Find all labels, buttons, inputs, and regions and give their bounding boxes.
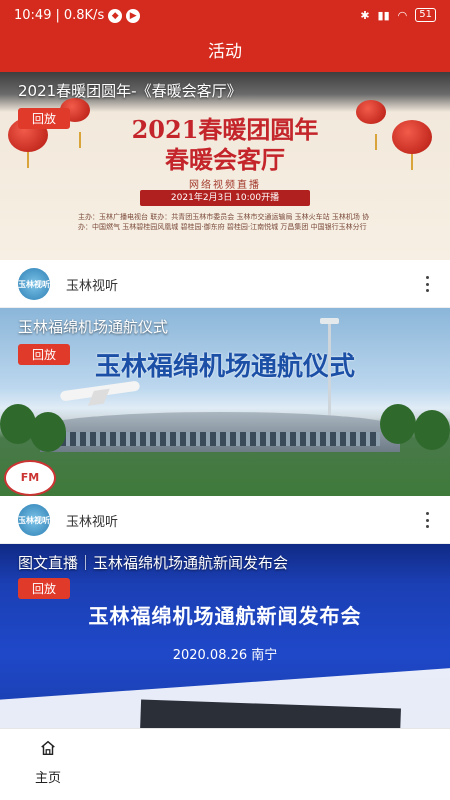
tree-image bbox=[30, 412, 66, 452]
page-title: 活动 bbox=[208, 42, 242, 62]
replay-badge: 回放 bbox=[18, 578, 71, 599]
card-title: 2021春暖团圆年-《春暖会客厅》 bbox=[18, 82, 242, 100]
bluetooth-icon: ✱ bbox=[360, 8, 370, 22]
status-bar: 10:49 | 0.8K/s ◆ ▶ ✱ ▮▮ ◠ 51 bbox=[0, 0, 450, 32]
card-title: 图文直播｜玉林福绵机场通航新闻发布会 bbox=[18, 554, 289, 572]
activity-feed[interactable]: 2021春暖团圆年-《春暖会客厅》 回放 2021春暖团圆年 春暖会客厅 网络视… bbox=[0, 72, 450, 728]
status-time: 10:49 bbox=[14, 8, 52, 23]
home-icon bbox=[41, 740, 55, 756]
airport-terminal-image bbox=[40, 412, 400, 452]
more-options-icon[interactable] bbox=[422, 272, 432, 296]
banner-subtitle: 网络视频直播 bbox=[189, 180, 261, 191]
battery-icon: 51 bbox=[415, 8, 436, 22]
airplane-image bbox=[59, 380, 141, 402]
tab-home[interactable]: 主页 bbox=[18, 739, 78, 789]
banner-credits: 主办：玉林广播电视台 联办：共青团玉林市委员会 玉林市交通运输局 玉林火车站 玉… bbox=[78, 213, 370, 231]
source-row[interactable]: 玉林视听 玉林视听 bbox=[0, 260, 450, 308]
page-header: 活动 bbox=[0, 32, 450, 72]
source-name[interactable]: 玉林视听 bbox=[66, 275, 118, 294]
wifi-icon: ◠ bbox=[397, 8, 408, 22]
source-name[interactable]: 玉林视听 bbox=[66, 511, 118, 530]
avatar[interactable]: 玉林视听 bbox=[18, 504, 50, 536]
activity-card-banner[interactable]: 玉林福绵机场通航仪式 回放 玉林福绵机场通航仪式 FM bbox=[0, 308, 450, 496]
status-speed: 0.8K/s bbox=[63, 8, 105, 23]
activity-card-banner[interactable]: 2021春暖团圆年-《春暖会客厅》 回放 2021春暖团圆年 春暖会客厅 网络视… bbox=[0, 72, 450, 260]
banner-date-location: 2020.08.26 南宁 bbox=[172, 648, 278, 663]
tab-home-label: 主页 bbox=[34, 771, 61, 786]
replay-badge: 回放 bbox=[18, 344, 71, 365]
tree-image bbox=[414, 410, 450, 450]
fm-radio-logo: FM bbox=[4, 460, 56, 496]
more-options-icon[interactable] bbox=[422, 508, 432, 532]
banner-headline: 玉林福绵机场通航新闻发布会 bbox=[88, 604, 362, 628]
app-notification-icon: ◆ bbox=[108, 8, 123, 23]
source-row[interactable]: 玉林视听 玉林视听 bbox=[0, 496, 450, 544]
avatar[interactable]: 玉林视听 bbox=[18, 268, 50, 300]
bottom-tab-bar: 主页 bbox=[0, 728, 450, 800]
activity-card-banner[interactable]: 图文直播｜玉林福绵机场通航新闻发布会 回放 玉林福绵机场通航新闻发布会 2020… bbox=[0, 544, 450, 728]
play-notification-icon: ▶ bbox=[126, 8, 141, 23]
signal-icon: ▮▮ bbox=[377, 8, 390, 22]
banner-date: 2021年2月3日 10:00开播 bbox=[140, 190, 310, 206]
banner-subheadline: 春暖会客厅 bbox=[165, 145, 285, 174]
tree-image bbox=[380, 404, 416, 444]
card-title: 玉林福绵机场通航仪式 bbox=[18, 318, 169, 336]
replay-badge: 回放 bbox=[18, 108, 71, 129]
